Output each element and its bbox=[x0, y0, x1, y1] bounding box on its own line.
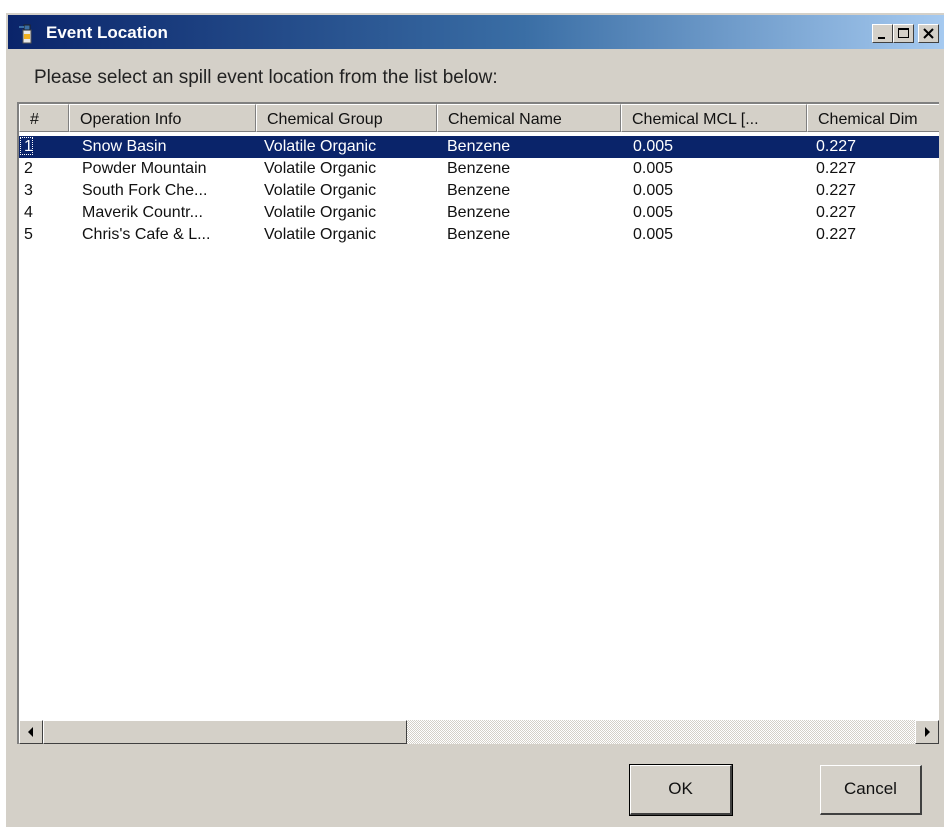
chemical-mcl-cell: 0.005 bbox=[633, 182, 674, 199]
chemical-name-cell: Benzene bbox=[447, 138, 511, 155]
chemical-dim-cell: 0.227 bbox=[816, 226, 857, 243]
table-row[interactable]: 4 Maverik Countr... Volatile Organic Ben… bbox=[19, 202, 939, 224]
close-icon bbox=[923, 28, 934, 39]
ok-button[interactable]: OK bbox=[629, 764, 733, 816]
column-header-chemical-name[interactable]: Chemical Name bbox=[437, 104, 621, 132]
maximize-button[interactable] bbox=[893, 24, 914, 43]
row-number: 3 bbox=[24, 182, 33, 199]
chemical-group-cell: Volatile Organic bbox=[264, 160, 377, 177]
row-number: 2 bbox=[24, 160, 33, 177]
table-row[interactable]: 1 Snow Basin Volatile Organic Benzene 0.… bbox=[19, 136, 939, 158]
arrow-left-icon bbox=[28, 727, 33, 737]
table-row[interactable]: 3 South Fork Che... Volatile Organic Ben… bbox=[19, 180, 939, 202]
scroll-thumb[interactable] bbox=[43, 720, 407, 744]
chemical-name-cell: Benzene bbox=[447, 160, 511, 177]
chemical-dim-cell: 0.227 bbox=[816, 204, 857, 221]
column-header-chemical-mcl[interactable]: Chemical MCL [... bbox=[621, 104, 807, 132]
chemical-group-cell: Volatile Organic bbox=[264, 182, 377, 199]
operation-info-cell: South Fork Che... bbox=[82, 182, 208, 199]
chemical-mcl-cell: 0.005 bbox=[633, 204, 674, 221]
title-bar[interactable]: Event Location bbox=[8, 15, 944, 49]
column-header-chemical-group[interactable]: Chemical Group bbox=[256, 104, 437, 132]
chemical-dim-cell: 0.227 bbox=[816, 138, 857, 155]
row-number: 4 bbox=[24, 204, 33, 221]
scroll-left-button[interactable] bbox=[19, 720, 43, 744]
chemical-group-cell: Volatile Organic bbox=[264, 138, 377, 155]
event-location-list[interactable]: # Operation Info Chemical Group Chemical… bbox=[17, 102, 939, 744]
chemical-name-cell: Benzene bbox=[447, 204, 511, 221]
chemical-dim-cell: 0.227 bbox=[816, 182, 857, 199]
list-header: # Operation Info Chemical Group Chemical… bbox=[19, 104, 939, 134]
chemical-mcl-cell: 0.005 bbox=[633, 226, 674, 243]
table-row[interactable]: 5 Chris's Cafe & L... Volatile Organic B… bbox=[19, 224, 939, 246]
chemical-name-cell: Benzene bbox=[447, 226, 511, 243]
window-title: Event Location bbox=[46, 23, 168, 42]
minimize-button[interactable] bbox=[872, 24, 893, 43]
chemical-group-cell: Volatile Organic bbox=[264, 226, 377, 243]
arrow-right-icon bbox=[925, 727, 930, 737]
chemical-name-cell: Benzene bbox=[447, 182, 511, 199]
operation-info-cell: Snow Basin bbox=[82, 138, 167, 155]
operation-info-cell: Chris's Cafe & L... bbox=[82, 226, 211, 243]
minimize-icon bbox=[878, 37, 885, 39]
column-header-number[interactable]: # bbox=[19, 104, 69, 132]
operation-info-cell: Maverik Countr... bbox=[82, 204, 203, 221]
chemical-mcl-cell: 0.005 bbox=[633, 160, 674, 177]
instruction-text: Please select an spill event location fr… bbox=[34, 67, 498, 88]
row-number: 5 bbox=[24, 226, 33, 243]
column-header-operation-info[interactable]: Operation Info bbox=[69, 104, 256, 132]
scroll-right-button[interactable] bbox=[915, 720, 939, 744]
chemical-dim-cell: 0.227 bbox=[816, 160, 857, 177]
table-row[interactable]: 2 Powder Mountain Volatile Organic Benze… bbox=[19, 158, 939, 180]
operation-info-cell: Powder Mountain bbox=[82, 160, 207, 177]
horizontal-scrollbar[interactable] bbox=[19, 720, 939, 744]
chemical-mcl-cell: 0.005 bbox=[633, 138, 674, 155]
row-number: 1 bbox=[24, 138, 33, 155]
spray-bottle-icon bbox=[17, 22, 37, 44]
maximize-icon bbox=[898, 28, 909, 38]
chemical-group-cell: Volatile Organic bbox=[264, 204, 377, 221]
close-button[interactable] bbox=[918, 24, 939, 43]
column-header-chemical-dim[interactable]: Chemical Dim bbox=[807, 104, 939, 132]
cancel-button[interactable]: Cancel bbox=[820, 765, 922, 815]
